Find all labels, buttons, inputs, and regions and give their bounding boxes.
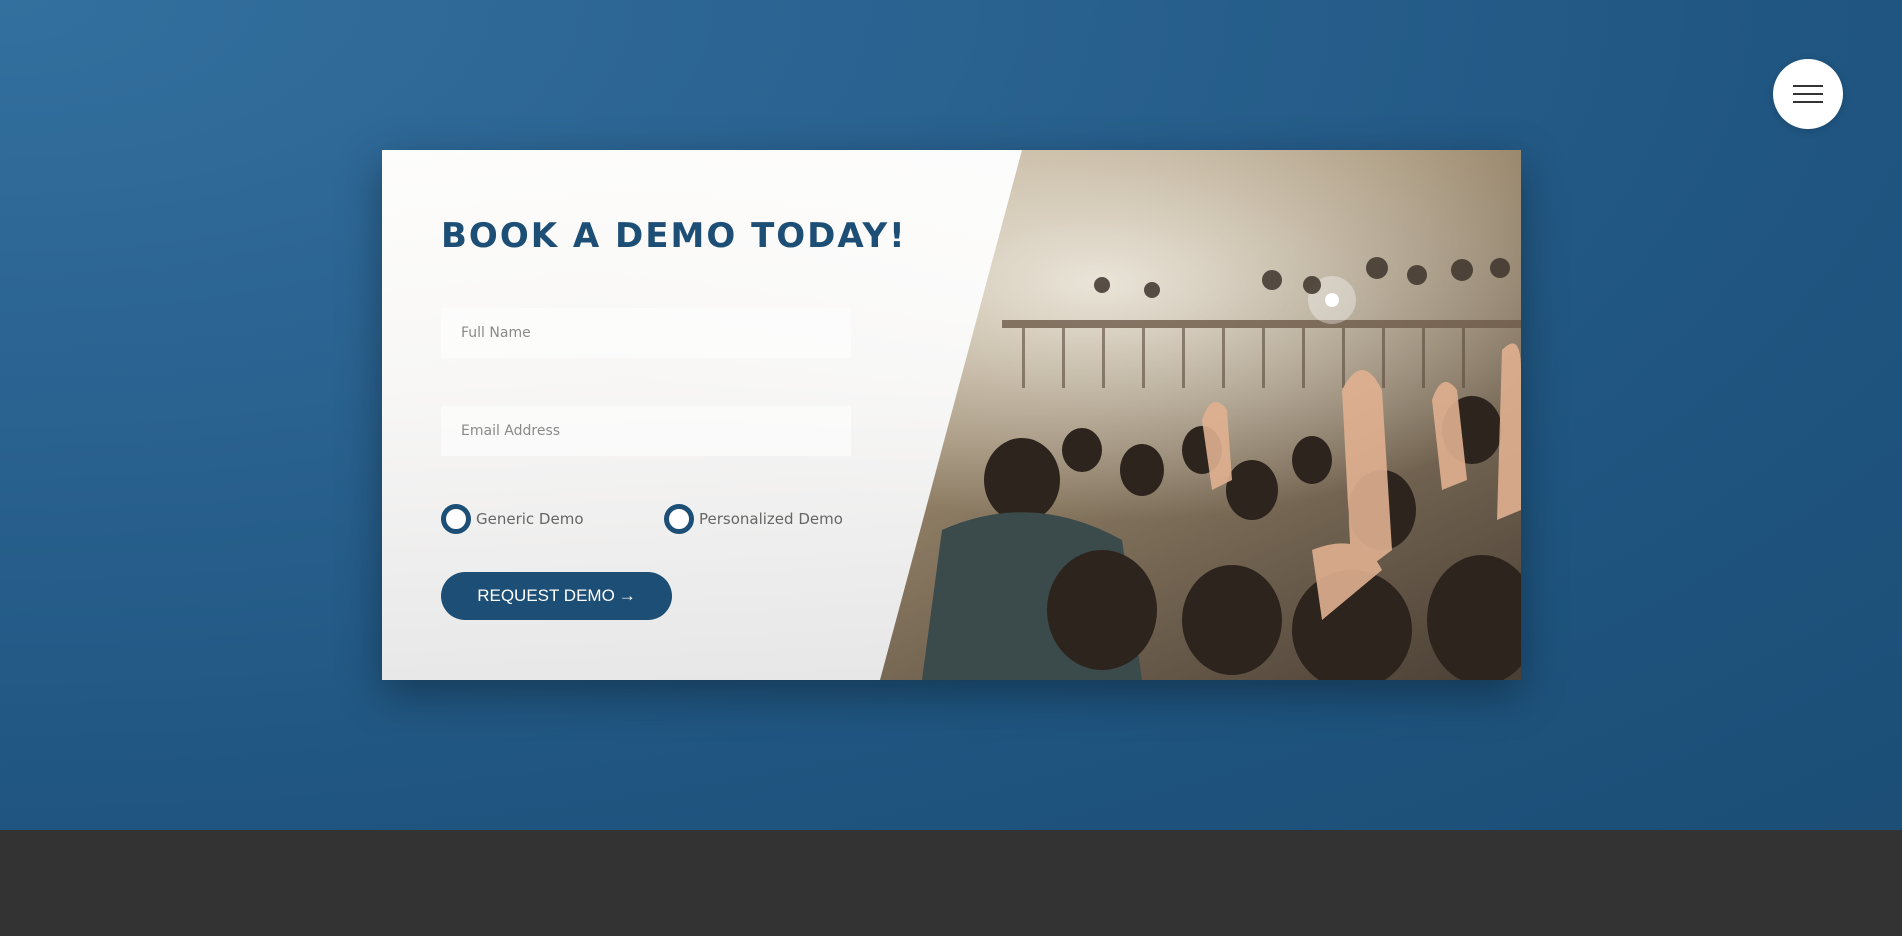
personalized-demo-label: Personalized Demo (699, 510, 843, 528)
full-name-input[interactable] (441, 308, 851, 358)
request-demo-button[interactable]: REQUEST DEMO → (441, 572, 672, 620)
hero-section: BOOK A DEMO TODAY! Generic Demo Personal… (0, 0, 1902, 830)
demo-form: BOOK A DEMO TODAY! Generic Demo Personal… (382, 150, 1521, 680)
request-demo-label: REQUEST DEMO (477, 586, 615, 605)
personalized-demo-option[interactable]: Personalized Demo (664, 504, 843, 534)
demo-card: BOOK A DEMO TODAY! Generic Demo Personal… (382, 150, 1521, 680)
arrow-right-icon: → (618, 586, 636, 605)
generic-demo-label: Generic Demo (476, 510, 584, 528)
generic-demo-option[interactable]: Generic Demo (441, 504, 584, 534)
form-title: BOOK A DEMO TODAY! (441, 216, 907, 256)
menu-button[interactable] (1773, 59, 1843, 129)
radio-button-icon[interactable] (664, 504, 694, 534)
page: BOOK A DEMO TODAY! Generic Demo Personal… (0, 0, 1902, 936)
email-address-input[interactable] (441, 406, 851, 456)
radio-button-icon[interactable] (441, 504, 471, 534)
